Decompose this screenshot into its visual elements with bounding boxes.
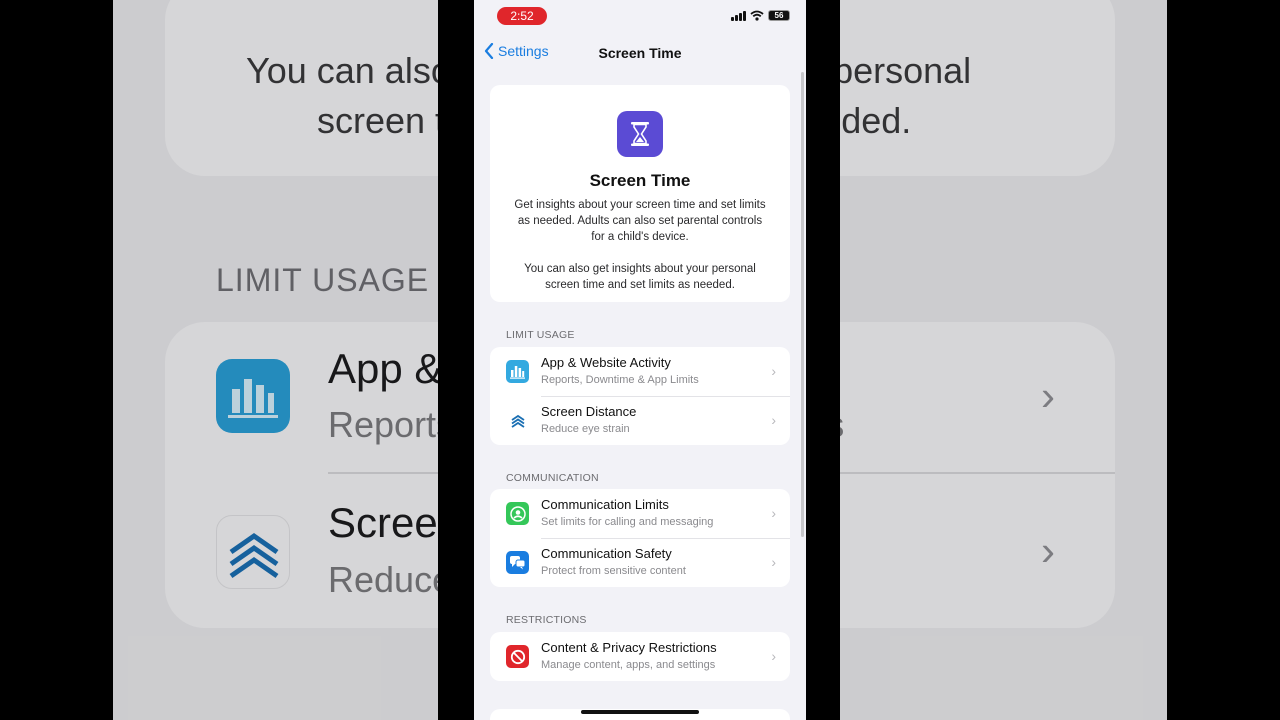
bar-chart-icon bbox=[506, 360, 529, 383]
section-label-restrictions: RESTRICTIONS bbox=[506, 614, 587, 626]
row-title: Communication Safety bbox=[541, 546, 672, 561]
page-title: Screen Time bbox=[598, 45, 682, 61]
chevron-right-icon: › bbox=[771, 505, 776, 521]
phone-screen: 2:52 56 Settings Screen Time Screen Time… bbox=[474, 0, 806, 720]
no-entry-icon bbox=[506, 645, 529, 668]
screen-distance-row[interactable]: Screen Distance Reduce eye strain › bbox=[490, 396, 790, 445]
chat-bubbles-icon bbox=[506, 551, 529, 574]
restrictions-group: Content & Privacy Restrictions Manage co… bbox=[490, 632, 790, 681]
chevron-right-icon: › bbox=[771, 648, 776, 664]
communication-safety-row[interactable]: Communication Safety Protect from sensit… bbox=[490, 538, 790, 587]
status-bar: 2:52 56 bbox=[474, 6, 806, 26]
hero-card: Screen Time Get insights about your scre… bbox=[490, 85, 790, 302]
battery-icon: 56 bbox=[768, 10, 790, 21]
row-subtitle: Protect from sensitive content bbox=[541, 565, 686, 577]
home-indicator[interactable] bbox=[581, 710, 699, 714]
row-subtitle: Set limits for calling and messaging bbox=[541, 516, 714, 528]
row-subtitle: Reports, Downtime & App Limits bbox=[541, 374, 699, 386]
communication-group: Communication Limits Set limits for call… bbox=[490, 489, 790, 587]
person-circle-icon bbox=[506, 502, 529, 525]
communication-limits-row[interactable]: Communication Limits Set limits for call… bbox=[490, 489, 790, 538]
left-letterbox bbox=[438, 0, 474, 720]
row-title: Content & Privacy Restrictions bbox=[541, 640, 717, 655]
status-icons: 56 bbox=[731, 10, 790, 21]
app-website-activity-row[interactable]: App & Website Activity Reports, Downtime… bbox=[490, 347, 790, 396]
right-letterbox bbox=[806, 0, 840, 720]
row-title: App & Website Activity bbox=[541, 355, 671, 370]
hero-description-secondary: You can also get insights about your per… bbox=[524, 263, 756, 291]
chevron-right-icon: › bbox=[771, 363, 776, 379]
row-title: Communication Limits bbox=[541, 497, 669, 512]
row-subtitle: Manage content, apps, and settings bbox=[541, 659, 716, 671]
section-label-communication: COMMUNICATION bbox=[506, 472, 599, 484]
wifi-icon bbox=[750, 10, 764, 21]
row-title: Screen Distance bbox=[541, 404, 637, 419]
section-label-limit-usage: LIMIT USAGE bbox=[506, 329, 575, 341]
hero-title: Screen Time bbox=[589, 171, 691, 190]
navigation-bar: Settings Screen Time bbox=[474, 40, 806, 66]
status-time[interactable]: 2:52 bbox=[497, 7, 547, 25]
content-privacy-restrictions-row[interactable]: Content & Privacy Restrictions Manage co… bbox=[490, 632, 790, 681]
scrollbar[interactable] bbox=[801, 72, 804, 537]
chevron-right-icon: › bbox=[771, 412, 776, 428]
chevrons-up-icon bbox=[506, 409, 529, 432]
chevron-right-icon: › bbox=[771, 554, 776, 570]
cellular-signal-icon bbox=[731, 10, 746, 21]
limit-usage-group: App & Website Activity Reports, Downtime… bbox=[490, 347, 790, 445]
hourglass-icon bbox=[617, 111, 663, 157]
hero-description: Get insights about your screen time and … bbox=[514, 199, 766, 243]
row-subtitle: Reduce eye strain bbox=[541, 423, 630, 435]
